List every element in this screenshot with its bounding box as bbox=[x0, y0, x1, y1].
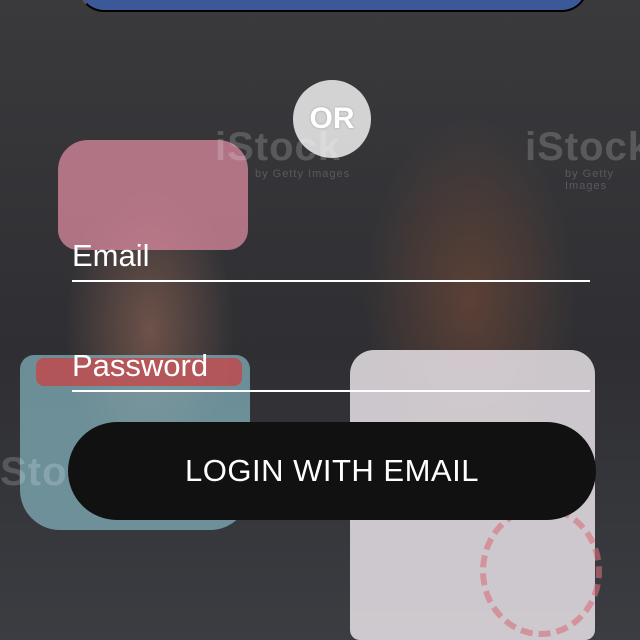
login-with-email-button[interactable]: LOGIN WITH EMAIL bbox=[68, 422, 596, 520]
email-field[interactable] bbox=[72, 226, 590, 282]
watermark-text: iStock bbox=[525, 125, 640, 169]
social-login-button[interactable] bbox=[78, 0, 588, 12]
background-figure-pattern bbox=[480, 505, 602, 637]
watermark-subtext: by Getty Images bbox=[565, 168, 614, 192]
watermark-subtext: by Getty Images bbox=[255, 168, 351, 180]
login-button-label: LOGIN WITH EMAIL bbox=[185, 453, 479, 488]
password-field[interactable] bbox=[72, 336, 590, 392]
email-input[interactable] bbox=[72, 238, 590, 274]
or-divider: OR bbox=[293, 80, 371, 158]
or-label: OR bbox=[309, 102, 355, 135]
password-input[interactable] bbox=[72, 348, 590, 384]
